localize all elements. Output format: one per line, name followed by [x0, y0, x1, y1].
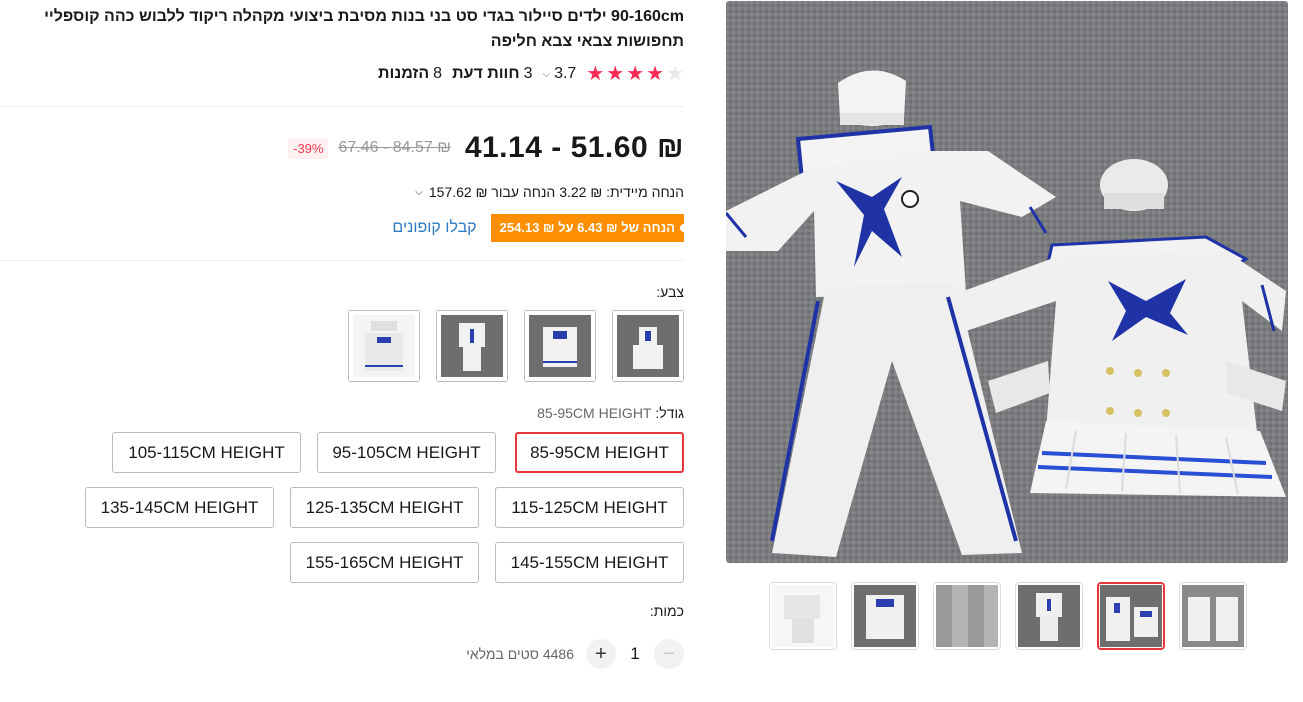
quantity-stepper: − 1 + 4486 סטים במלאי	[466, 638, 684, 670]
color-thumbnail	[353, 315, 415, 377]
star-icon: ★	[606, 63, 625, 85]
instant-discount-text: הנחה מיידית: ₪ 3.22 הנחה עבור ₪ 157.62	[428, 184, 684, 200]
thumb-image	[936, 585, 998, 647]
reviews-label[interactable]: חוות דעת	[452, 65, 519, 83]
get-coupons-link[interactable]: קבלו קופונים	[392, 219, 476, 237]
rating-row: ★ ★ ★ ★ ★ 3.7 ⌵ 3 חוות דעת 8 הזמנות	[378, 62, 684, 86]
thumb-image	[1018, 585, 1080, 647]
instant-discount[interactable]: הנחה מיידית: ₪ 3.22 הנחה עבור ₪ 157.62 ⌵	[415, 184, 684, 200]
quantity-label: כמות:	[649, 603, 684, 619]
size-option-105-115[interactable]: 105-115CM HEIGHT	[112, 432, 301, 473]
rating-stars[interactable]: ★ ★ ★ ★ ★	[586, 64, 684, 84]
size-option-85-95[interactable]: 85-95CM HEIGHT	[515, 432, 684, 473]
size-option-95-105[interactable]: 95-105CM HEIGHT	[317, 432, 496, 473]
quantity-value[interactable]: 1	[616, 644, 654, 664]
star-icon: ★	[646, 63, 665, 85]
discount-badge: -39%	[288, 137, 329, 159]
star-icon: ★	[666, 63, 684, 85]
size-label-row: גודל: 85-95CM HEIGHT	[537, 405, 684, 421]
original-price: ₪ 84.57 - 67.46	[338, 139, 451, 156]
divider	[0, 106, 684, 107]
orders-label: הזמנות	[378, 65, 430, 82]
color-options	[348, 310, 684, 382]
gallery-thumb-5[interactable]	[1097, 582, 1165, 650]
star-icon: ★	[626, 63, 645, 85]
product-photo	[726, 1, 1288, 563]
coupon-row: הנחה של ₪ 6.43 על ₪ 254.13 קבלו קופונים	[392, 214, 689, 242]
reviews-count[interactable]: 3	[524, 65, 533, 83]
size-label: גודל:	[655, 405, 684, 421]
size-option-145-155[interactable]: 145-155CM HEIGHT	[495, 542, 684, 583]
chevron-down-icon[interactable]: ⌵	[542, 69, 550, 80]
current-price: ₪ 51.60 - 41.14	[464, 131, 684, 164]
color-option-girl-dress-set[interactable]	[348, 310, 420, 382]
color-option-boy-dress-set[interactable]	[436, 310, 508, 382]
selected-size-value: 85-95CM HEIGHT	[537, 405, 652, 421]
thumb-image	[854, 585, 916, 647]
color-option-boy-set[interactable]	[612, 310, 684, 382]
gallery-thumb-4[interactable]	[1015, 582, 1083, 650]
thumb-image	[1182, 585, 1244, 647]
size-option-125-135[interactable]: 125-135CM HEIGHT	[290, 487, 479, 528]
color-thumbnail	[441, 315, 503, 377]
gallery-thumb-2[interactable]	[851, 582, 919, 650]
price-row: ₪ 51.60 - 41.14 ₪ 84.57 - 67.46 -39%	[288, 128, 684, 168]
star-icon: ★	[586, 63, 605, 85]
color-thumbnail	[529, 315, 591, 377]
thumb-image	[772, 585, 834, 647]
color-thumbnail	[617, 315, 679, 377]
gallery-thumb-3[interactable]	[933, 582, 1001, 650]
size-option-135-145[interactable]: 135-145CM HEIGHT	[85, 487, 274, 528]
chevron-down-icon[interactable]: ⌵	[415, 187, 423, 198]
thumb-image	[1100, 585, 1162, 647]
main-product-image[interactable]	[726, 1, 1288, 563]
size-option-115-125[interactable]: 115-125CM HEIGHT	[495, 487, 684, 528]
product-title: 90-160cm ילדים סיילור בגדי סט בני בנות מ…	[44, 8, 684, 50]
color-label: צבע:	[656, 284, 684, 300]
plus-icon[interactable]: +	[586, 639, 616, 669]
image-thumbnails	[769, 582, 1247, 650]
product-info-panel: 90-160cm ילדים סיילור בגדי סט בני בנות מ…	[0, 0, 689, 702]
rating-value: 3.7	[554, 65, 577, 82]
stock-info: 4486 סטים במלאי	[466, 646, 574, 662]
size-option-155-165[interactable]: 155-165CM HEIGHT	[290, 542, 479, 583]
coupon-badge: הנחה של ₪ 6.43 על ₪ 254.13	[490, 214, 689, 242]
gallery-thumb-6[interactable]	[1179, 582, 1247, 650]
orders-count: 8	[433, 65, 443, 82]
divider	[0, 260, 684, 261]
gallery-thumb-1[interactable]	[769, 582, 837, 650]
minus-icon[interactable]: −	[654, 639, 684, 669]
color-option-girl-set[interactable]	[524, 310, 596, 382]
